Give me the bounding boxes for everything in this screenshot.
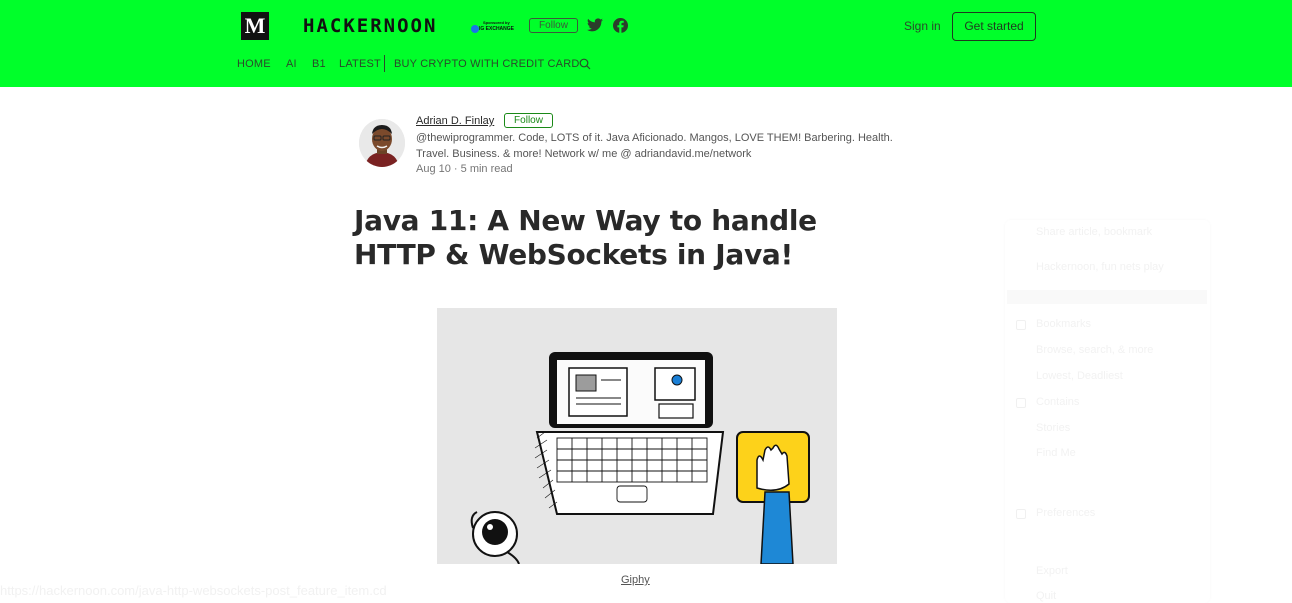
follow-publication-button[interactable]: Follow <box>529 18 578 33</box>
publication-logo[interactable]: HACKERNOON <box>303 15 437 37</box>
sign-in-link[interactable]: Sign in <box>904 19 941 33</box>
sidebar-item-preferences[interactable]: Preferences <box>1036 507 1095 519</box>
medium-logo[interactable]: M <box>241 12 269 40</box>
bookmark-icon <box>1016 320 1026 330</box>
sidebar-item-browse[interactable]: Browse, search, & more <box>1036 344 1153 356</box>
sponsor-icon <box>471 25 479 33</box>
sponsor-line: Sponsored by <box>483 20 510 25</box>
article-title: Java 11: A New Way to handle HTTP & WebS… <box>354 204 817 271</box>
facebook-icon[interactable] <box>613 18 628 33</box>
sponsor-name: IG EXCHANGE <box>479 26 515 32</box>
sidebar-item-hackernoon[interactable]: Hackernoon, fun nets play <box>1036 261 1164 273</box>
sponsor-badge: Sponsored by IG EXCHANGE <box>471 20 517 36</box>
sidebar-item-bookmarks[interactable]: Bookmarks <box>1036 318 1091 330</box>
nav-home[interactable]: HOME <box>237 58 271 70</box>
status-bar-url: https://hackernoon.com/java-http-websock… <box>0 583 387 598</box>
article-meta: Aug 10 · 5 min read <box>416 163 513 175</box>
sidebar-item-contains[interactable]: Contains <box>1036 396 1079 408</box>
sidebar-highlight <box>1007 290 1207 304</box>
nav-latest[interactable]: LATEST <box>339 58 381 70</box>
sidebar-item-export[interactable]: Export <box>1036 565 1068 577</box>
article-hero-image <box>437 308 837 564</box>
sidebar-panel <box>1005 220 1210 603</box>
author-avatar[interactable] <box>359 119 405 167</box>
preferences-icon <box>1016 509 1026 519</box>
sidebar-item-share[interactable]: Share article, bookmark <box>1036 226 1152 238</box>
follow-author-button[interactable]: Follow <box>504 113 553 128</box>
nav-ai[interactable]: AI <box>286 58 297 70</box>
get-started-button[interactable]: Get started <box>952 12 1036 41</box>
sidebar-item-quit[interactable]: Quit <box>1036 590 1056 602</box>
author-name-link[interactable]: Adrian D. Finlay <box>416 115 494 127</box>
contains-icon <box>1016 398 1026 408</box>
sidebar-item-lowest[interactable]: Lowest, Deadliest <box>1036 370 1123 382</box>
top-header <box>0 0 1292 87</box>
sidebar-item-stories[interactable]: Stories <box>1036 422 1070 434</box>
nav-b1[interactable]: B1 <box>312 58 326 70</box>
image-caption-link[interactable]: Giphy <box>621 574 650 586</box>
nav-divider <box>384 55 385 72</box>
search-icon[interactable] <box>579 58 591 70</box>
nav-buy-crypto[interactable]: BUY CRYPTO WITH CREDIT CARD <box>394 58 580 70</box>
author-bio: @thewiprogrammer. Code, LOTS of it. Java… <box>416 132 893 160</box>
sidebar-item-find-me[interactable]: Find Me <box>1036 447 1076 459</box>
twitter-icon[interactable] <box>587 18 603 32</box>
